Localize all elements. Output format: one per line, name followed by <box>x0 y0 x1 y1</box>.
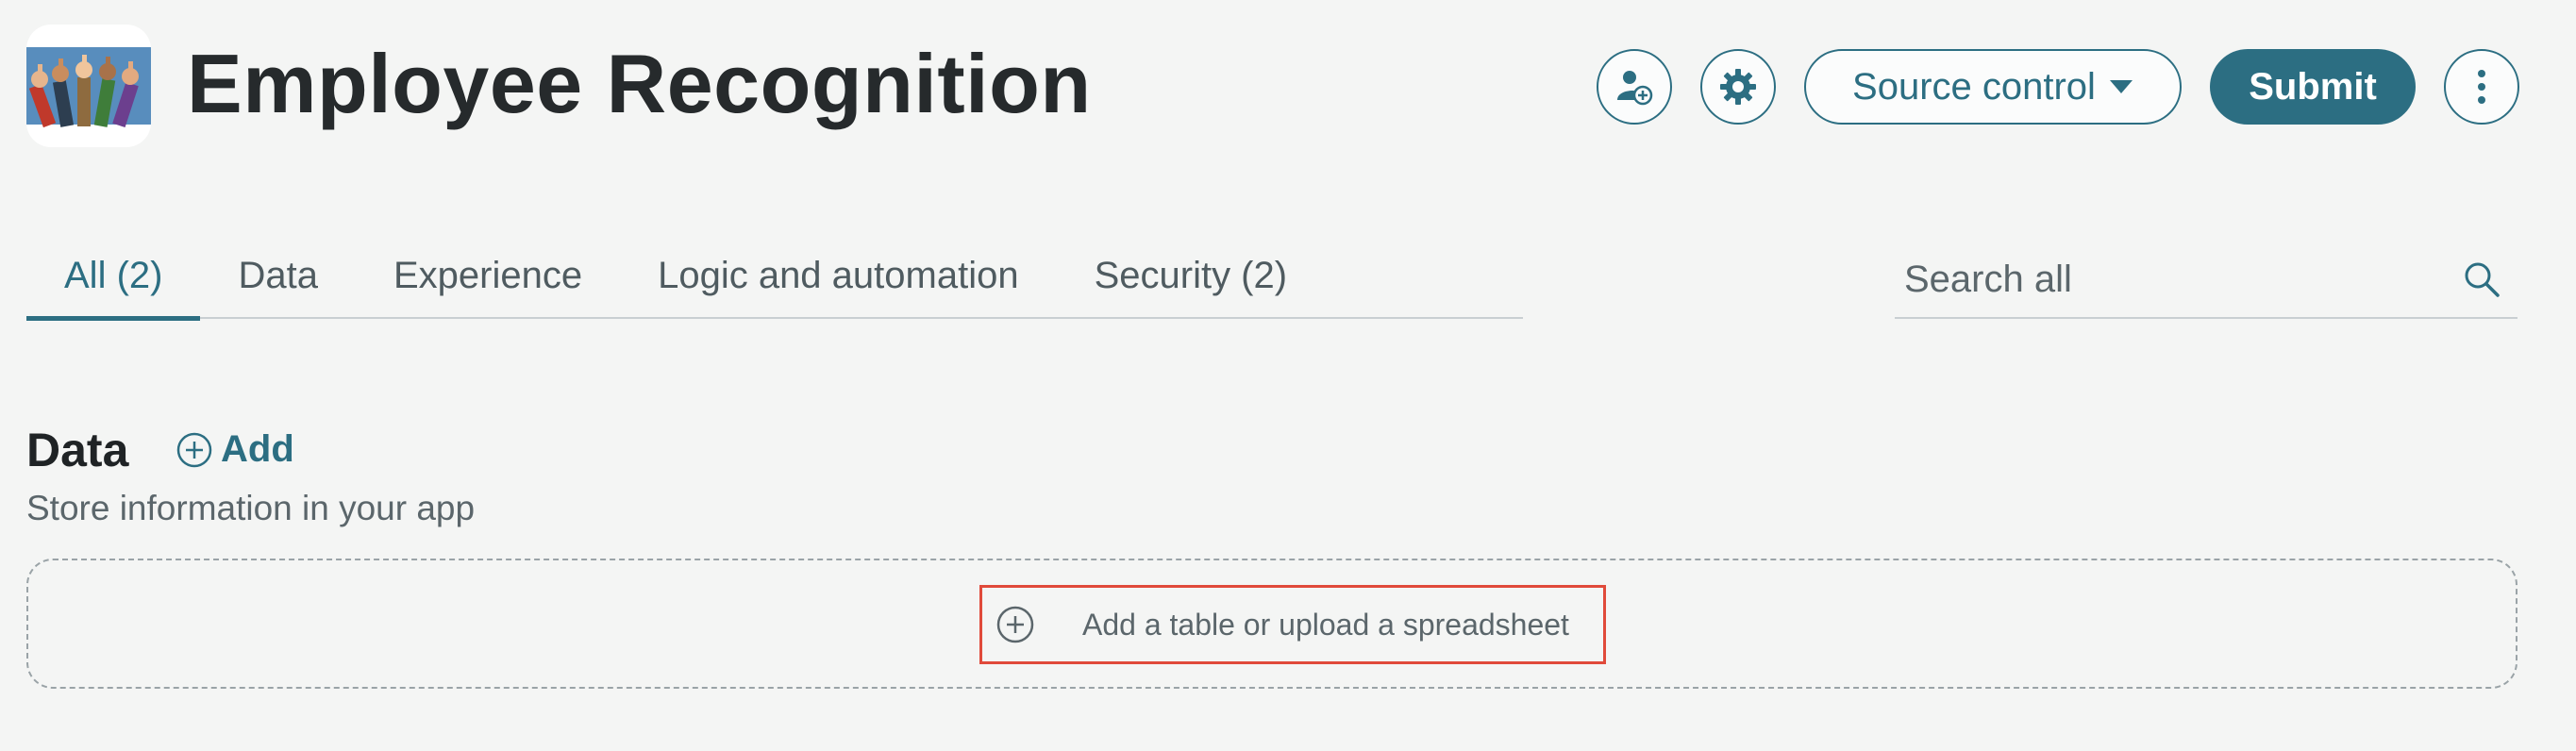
app-logo <box>26 25 151 147</box>
user-add-icon <box>1617 71 1653 106</box>
tab-all[interactable]: All (2) <box>26 245 201 321</box>
app-overview-page: Employee Recognition Source control Subm… <box>0 0 2576 751</box>
category-tabs: All (2) Data Experience Logic and automa… <box>26 245 1523 321</box>
tab-security[interactable]: Security (2) <box>1057 245 1326 319</box>
add-table-label: Add a table or upload a spreadsheet <box>1082 607 1569 642</box>
search-icon[interactable] <box>2461 259 2502 300</box>
more-options-button[interactable] <box>2444 49 2519 125</box>
thumbs-up-hands-logo <box>26 47 151 128</box>
source-control-button[interactable]: Source control <box>1804 49 2182 125</box>
search-input[interactable] <box>1904 253 2433 306</box>
search-bar <box>1895 247 2517 319</box>
data-section-description: Store information in your app <box>26 489 476 527</box>
submit-button[interactable]: Submit <box>2210 49 2416 125</box>
source-control-label: Source control <box>1852 65 2096 108</box>
app-title: Employee Recognition <box>187 37 1092 130</box>
settings-button[interactable] <box>1700 49 1776 125</box>
add-data-button[interactable]: Add <box>176 428 294 471</box>
tab-experience[interactable]: Experience <box>356 245 620 319</box>
submit-label: Submit <box>2249 65 2377 108</box>
caret-down-icon <box>2109 80 2133 93</box>
plus-circle-icon <box>176 432 212 467</box>
add-data-label: Add <box>221 428 294 470</box>
tab-logic-and-automation[interactable]: Logic and automation <box>620 245 1057 319</box>
gear-icon <box>1720 69 1756 105</box>
add-table-or-upload-button[interactable]: Add a table or upload a spreadsheet <box>979 585 1606 664</box>
plus-circle-icon <box>996 606 1034 643</box>
tab-data[interactable]: Data <box>200 245 356 319</box>
vertical-dots-icon <box>2478 70 2485 104</box>
data-section-title: Data <box>26 424 129 476</box>
share-button[interactable] <box>1597 49 1672 125</box>
